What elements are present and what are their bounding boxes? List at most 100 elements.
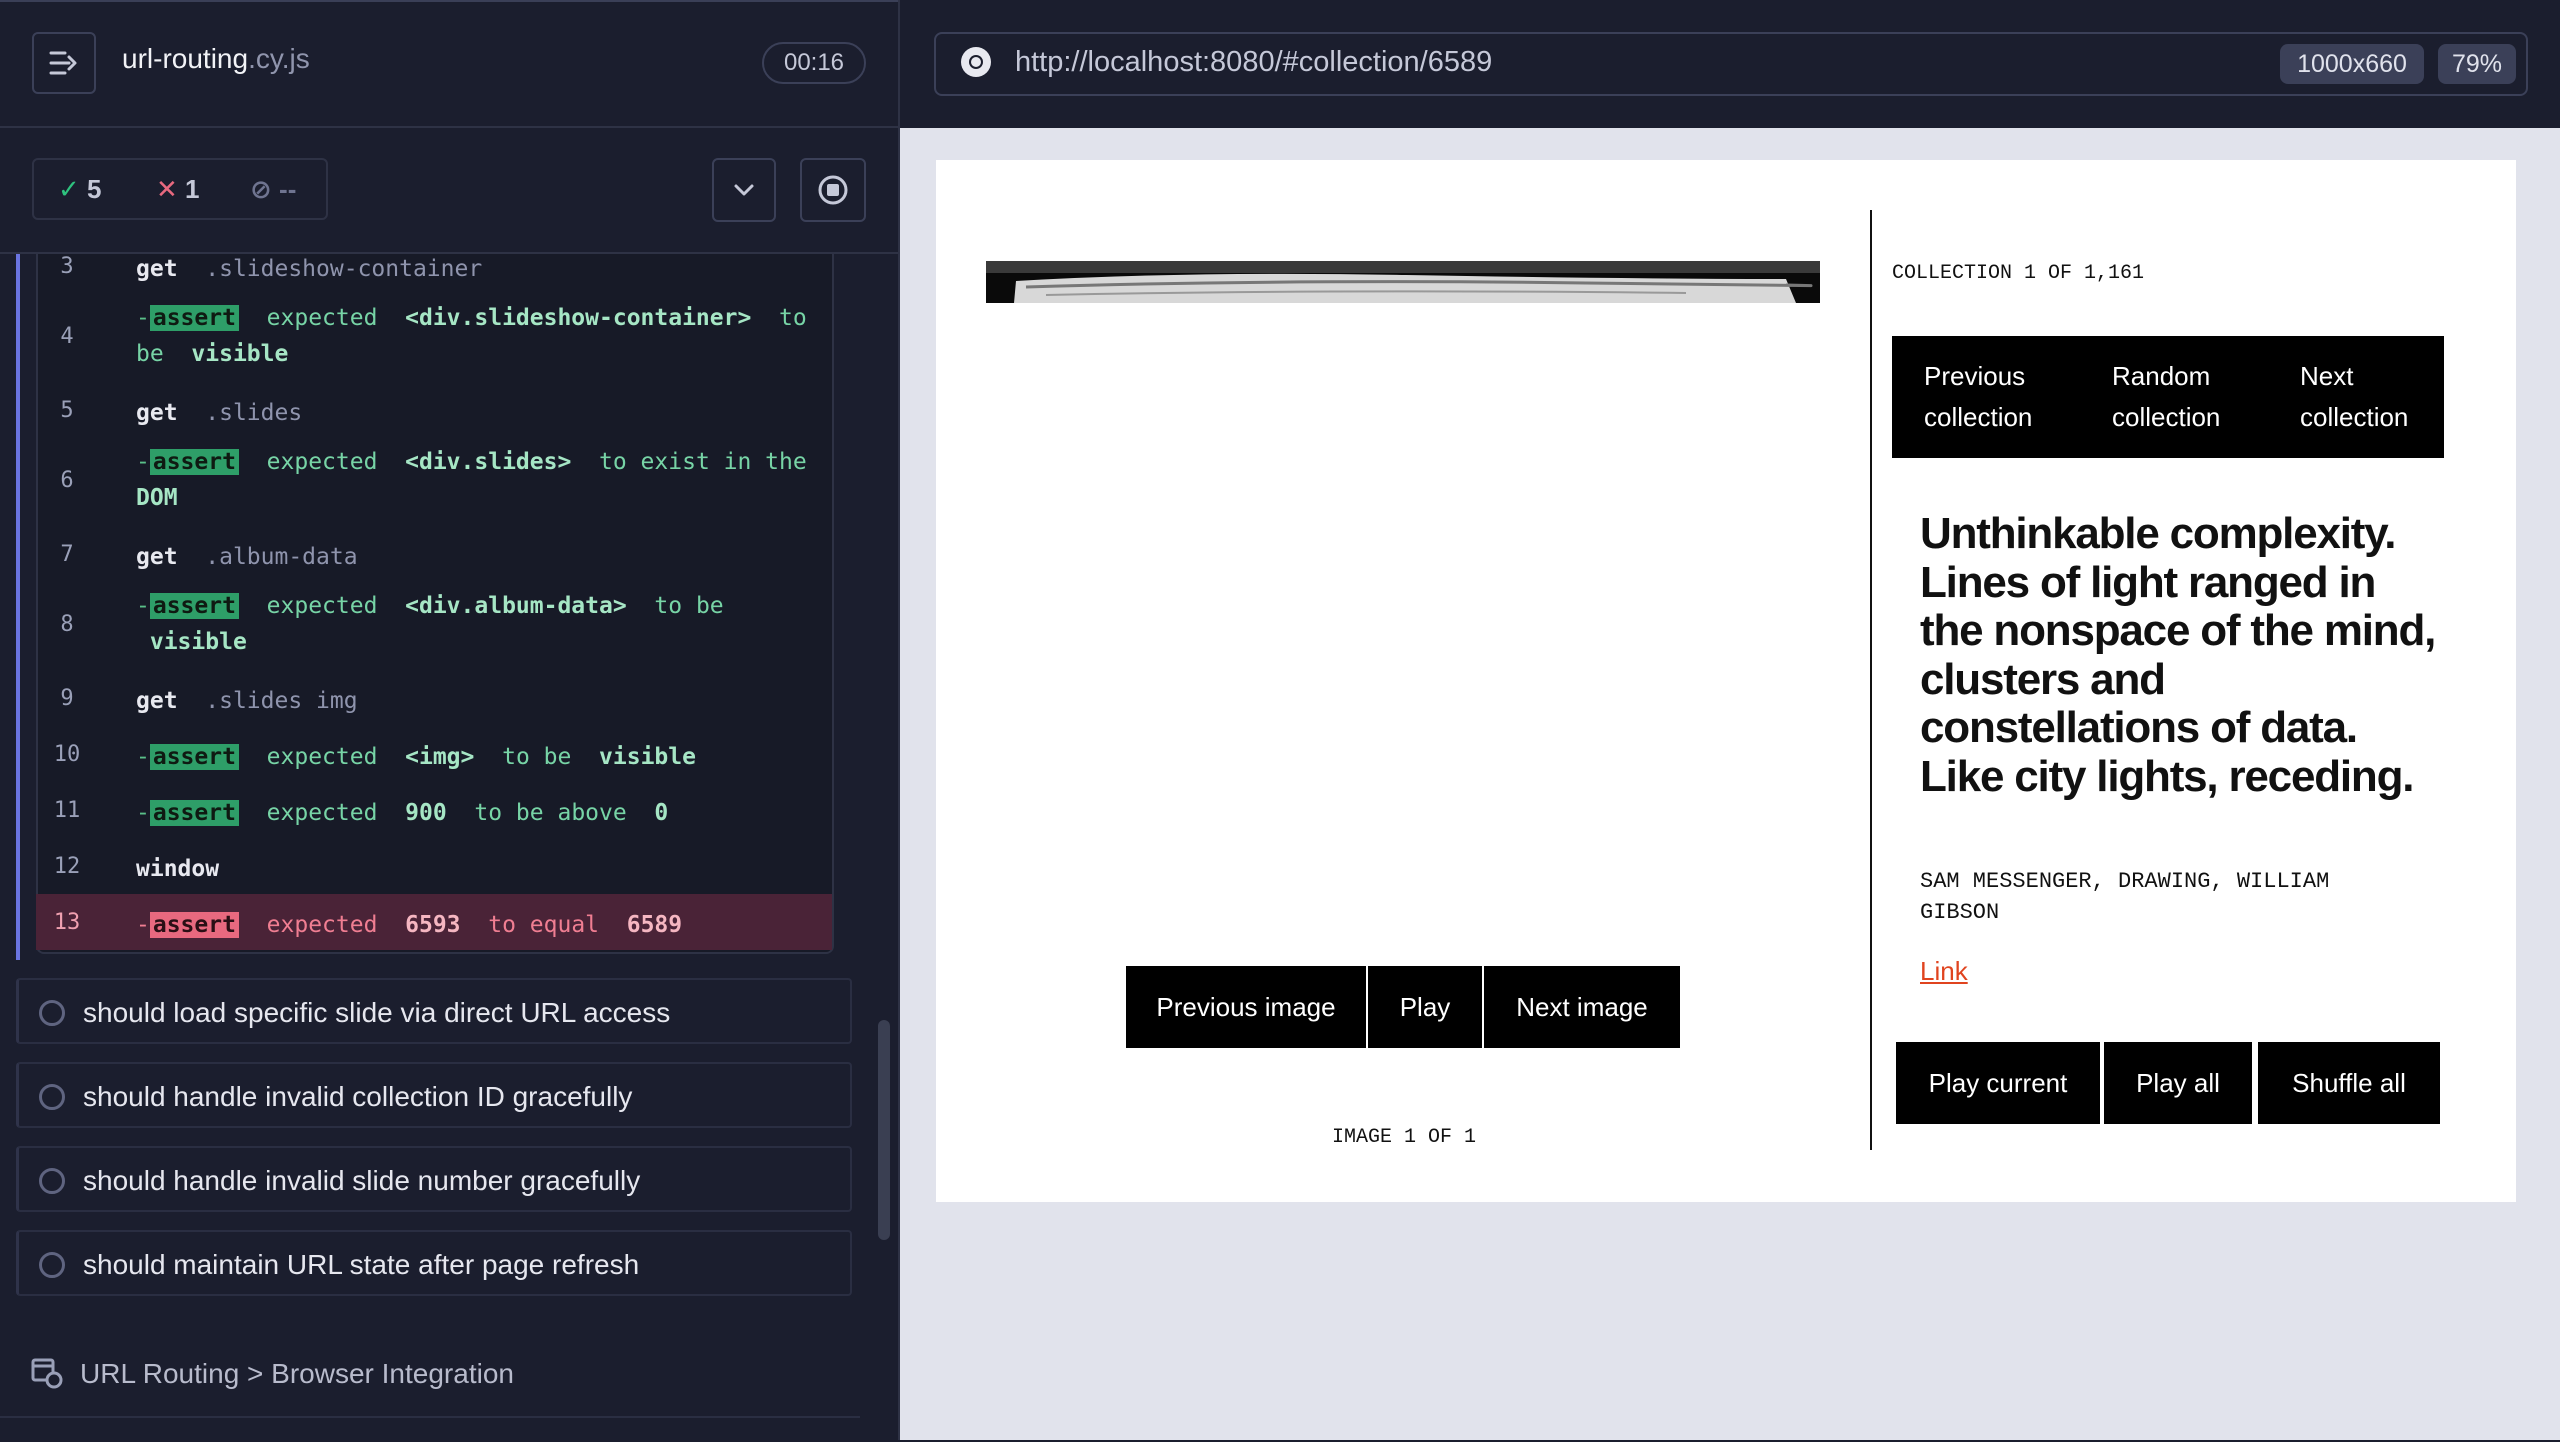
image-counter: IMAGE 1 OF 1 <box>1332 1126 1477 1149</box>
check-icon: ✓ <box>58 174 80 204</box>
cmd-selector: .slides img <box>205 688 358 714</box>
collection-nav: Previous collection Random collection Next… <box>1892 336 2444 458</box>
line-number: 6 <box>60 468 74 493</box>
test-item[interactable]: should handle invalid slide number grace… <box>16 1146 852 1212</box>
play-all-button[interactable]: Play all <box>2104 1042 2252 1124</box>
spec-filename: url-routing.cy.js <box>122 43 310 75</box>
assert-word: expected <box>266 305 378 331</box>
assert-subject: <div.album-data> <box>405 593 627 619</box>
assert-value: visible <box>149 629 247 655</box>
previous-collection-button[interactable]: Previous collection <box>1924 336 2032 458</box>
chrome-icon <box>960 46 992 78</box>
test-title: should maintain URL state after page ref… <box>83 1249 640 1280</box>
line-number: 9 <box>60 686 74 711</box>
command-row[interactable]: get .album-data <box>136 539 876 575</box>
assert-value: 0 <box>654 800 669 826</box>
assert-word: to be <box>502 744 572 770</box>
next-image-button[interactable]: Next image <box>1484 966 1680 1048</box>
previous-image-button[interactable]: Previous image <box>1126 966 1366 1048</box>
random-collection-button[interactable]: Random collection <box>2112 336 2220 458</box>
btn-line: Random <box>2112 361 2211 391</box>
collection-link[interactable]: Link <box>1920 956 1968 987</box>
spec-name: url-routing <box>122 43 249 74</box>
assert-badge: assert <box>149 305 239 331</box>
play-current-button[interactable]: Play current <box>1896 1042 2100 1124</box>
cmd-dash: - <box>136 593 150 619</box>
btn-line: Next <box>2300 361 2354 391</box>
command-row[interactable]: - assert expected 900 to be above 0 <box>136 795 876 831</box>
vertical-divider <box>1870 210 1872 1150</box>
line-number: 8 <box>60 612 74 637</box>
collection-credit: SAM MESSENGER, DRAWING, WILLIAM GIBSON <box>1920 869 2330 925</box>
assert-fail-badge: assert <box>149 912 239 938</box>
assert-value: visible <box>599 744 696 770</box>
cmd-dash: - <box>136 912 150 938</box>
test-item[interactable]: should load specific slide via direct UR… <box>16 978 852 1044</box>
cmd-dash: - <box>136 744 150 770</box>
scrollbar-thumb[interactable] <box>878 1020 890 1240</box>
command-row[interactable]: - assert expected <div.slides> to exist i… <box>136 444 876 516</box>
command-row[interactable]: get .slides <box>136 395 876 431</box>
toggle-specs-button[interactable] <box>32 32 96 94</box>
assert-word: be <box>136 341 164 367</box>
command-row[interactable]: - assert expected <div.album-data> to be … <box>136 588 876 660</box>
collapse-button[interactable] <box>712 158 776 222</box>
run-timer: 00:16 <box>762 42 866 84</box>
command-row[interactable]: - assert expected <img> to be visible <box>136 739 876 775</box>
test-item[interactable]: should maintain URL state after page ref… <box>16 1230 852 1296</box>
stop-button[interactable] <box>800 158 866 222</box>
suite-icon <box>31 1358 63 1389</box>
assert-word: to be <box>654 593 724 619</box>
cmd-selector: .album-data <box>205 544 358 570</box>
passed-count: ✓ 5 <box>58 174 102 205</box>
shuffle-all-button[interactable]: Shuffle all <box>2258 1042 2440 1124</box>
cmd-selector: .slideshow-container <box>205 256 483 282</box>
assert-word: expected <box>266 744 378 770</box>
assert-word: expected <box>266 593 378 619</box>
cmd-name: get <box>136 256 178 282</box>
zoom-badge: 79% <box>2438 44 2516 84</box>
assert-badge: assert <box>149 744 239 770</box>
command-row[interactable]: - assert expected <div.slideshow-containe… <box>136 300 876 372</box>
command-row[interactable]: get .slideshow-container <box>136 251 876 287</box>
assert-word: to equal <box>488 912 600 938</box>
assert-badge: assert <box>149 800 239 826</box>
cmd-dash: - <box>136 449 150 475</box>
test-item[interactable]: should handle invalid collection ID grac… <box>16 1062 852 1128</box>
next-collection-button[interactable]: Next collection <box>2300 336 2408 458</box>
assert-subject: 900 <box>405 800 447 826</box>
url-text: http://localhost:8080/#collection/6589 <box>1015 46 1493 78</box>
line-number: 12 <box>53 854 81 879</box>
x-icon: ✕ <box>156 174 178 204</box>
test-title: should handle invalid collection ID grac… <box>83 1081 633 1112</box>
slide-image <box>986 261 1820 303</box>
test-stats: ✓ 5 ✕ 1 ⊘ -- <box>32 158 328 220</box>
btn-line: collection <box>1924 402 2033 432</box>
collection-quote: Unthinkable complexity. Lines of light r… <box>1920 509 2436 801</box>
cmd-dash: - <box>136 305 150 331</box>
pending-count: ⊘ -- <box>250 174 296 205</box>
assert-word: to be above <box>474 800 627 826</box>
play-button[interactable]: Play <box>1368 966 1482 1048</box>
failed-count: ✕ 1 <box>156 174 200 205</box>
assert-word: expected <box>266 800 378 826</box>
assert-subject: <div.slideshow-container> <box>405 305 752 331</box>
pending-circle-icon <box>39 1252 65 1278</box>
line-number: 13 <box>53 910 81 935</box>
command-row[interactable]: window <box>136 851 876 887</box>
cmd-selector: .slides <box>205 400 303 426</box>
suite-title: URL Routing > Browser Integration <box>80 1358 514 1389</box>
command-row[interactable]: get .slides img <box>136 683 876 719</box>
assert-word: to <box>779 305 807 331</box>
cmd-name: get <box>136 688 178 714</box>
assert-subject: <img> <box>405 744 475 770</box>
cmd-dash: - <box>136 800 150 826</box>
collection-counter: COLLECTION 1 OF 1,161 <box>1892 262 2145 285</box>
btn-line: collection <box>2300 402 2409 432</box>
assert-badge: assert <box>149 449 239 475</box>
spec-extension: .cy.js <box>248 43 310 74</box>
pending-circle-icon <box>39 1084 65 1110</box>
pending-circle-icon <box>39 1000 65 1026</box>
passed-value: 5 <box>87 174 102 204</box>
btn-line: Previous <box>1924 361 2026 391</box>
